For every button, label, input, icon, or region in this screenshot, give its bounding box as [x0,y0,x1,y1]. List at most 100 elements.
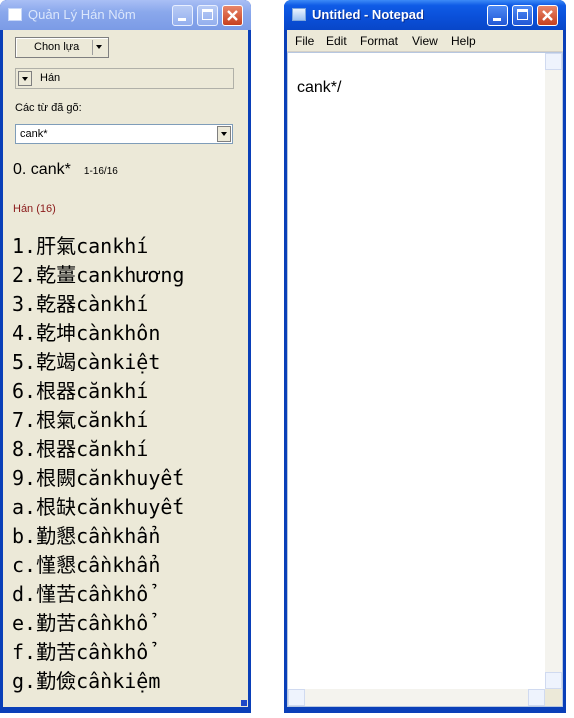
result-han: 慬懇 [36,553,77,577]
result-han: 乾竭 [36,350,77,374]
result-han: 乾坤 [36,321,77,345]
result-reading: cầnkiệm [76,669,161,693]
result-han: 乾薑 [36,263,77,287]
dropdown-arrow-icon[interactable] [18,71,32,86]
editor-content[interactable]: cank*/ [297,79,341,97]
dropdown-arrow-icon[interactable] [217,126,231,142]
result-row[interactable]: 5.乾竭cànkiệt [12,348,184,377]
result-row[interactable]: c.慬懇cầnkhẩn [12,551,184,580]
menu-edit[interactable]: Edit [326,34,347,48]
result-row[interactable]: 6.根器cănkhí [12,377,184,406]
result-row[interactable]: 8.根器cănkhí [12,435,184,464]
result-index: d. [12,582,37,606]
result-row[interactable]: d.慬苦cầnkhổ [12,580,184,609]
result-index: 4. [12,321,37,345]
query-text: 0. cank* [13,161,71,178]
result-row[interactable]: 2.乾薑cankhương [12,261,184,290]
result-row[interactable]: 9.根闕cănkhuyết [12,464,184,493]
result-reading: cănkhí [76,437,149,461]
window-title: Quản Lý Hán Nôm [28,7,136,22]
result-han: 根器 [36,437,77,461]
result-row[interactable]: a.根缺cănkhuyết [12,493,184,522]
result-han: 勤儉 [36,669,77,693]
result-index: b. [12,524,37,548]
result-row[interactable]: f.勤苦cầnkhổ [12,638,184,667]
menu-view[interactable]: View [412,34,438,48]
menu-format[interactable]: Format [360,34,398,48]
result-han: 勤苦 [36,611,77,635]
menu-help[interactable]: Help [451,34,476,48]
result-reading: cầnkhẩn [76,524,161,548]
result-han: 勤懇 [36,524,77,548]
result-han: 肝氣 [36,234,77,258]
result-han: 根闕 [36,466,77,490]
minimize-icon [178,18,186,21]
size-grip[interactable] [545,689,562,706]
result-row[interactable]: 3.乾器cànkhí [12,290,184,319]
result-row[interactable]: 1.肝氣cankhí [12,232,184,261]
scroll-up-button[interactable] [545,53,562,70]
result-list: 1.肝氣cankhí 2.乾薑cankhương 3.乾器cànkhí 4.乾坤càn… [12,232,184,696]
menu-bar: File Edit Format View Help [287,30,563,52]
notepad-window: Untitled - Notepad File Edit Format View… [284,0,566,713]
result-index: 8. [12,437,37,461]
minimize-button[interactable] [172,5,193,26]
result-reading: cànkhôn [76,321,161,345]
result-reading: cầnkhẩn [76,553,161,577]
maximize-button[interactable] [197,5,218,26]
typed-words-label: Các từ đã gõ: [15,102,82,114]
result-reading: cankhương [76,263,185,287]
result-han: 根器 [36,379,77,403]
title-bar[interactable]: Quản Lý Hán Nôm [0,0,251,30]
result-index: e. [12,611,37,635]
result-row[interactable]: b.勤懇cầnkhẩn [12,522,184,551]
result-row[interactable]: e.勤苦cầnkhổ [12,609,184,638]
result-index: g. [12,669,37,693]
script-selector[interactable]: Hán [15,68,234,89]
scroll-left-button[interactable] [288,689,305,706]
main-panel: Chon lựa Hán Các từ đã gõ: cank* 0. cank… [3,30,248,707]
result-index: 1. [12,234,37,258]
minimize-button[interactable] [487,5,508,26]
result-index: 9. [12,466,37,490]
maximize-button[interactable] [512,5,533,26]
result-index: a. [12,495,37,519]
close-button[interactable] [537,5,558,26]
notepad-title-bar[interactable]: Untitled - Notepad [284,0,566,30]
options-button[interactable]: Chon lựa [15,37,109,58]
result-reading: cankhí [76,234,149,258]
result-han: 慬苦 [36,582,77,606]
result-reading: cànkhí [76,292,149,316]
text-area[interactable]: cank*/ [287,52,563,707]
notepad-client: File Edit Format View Help cank*/ [287,30,563,707]
menu-file[interactable]: File [295,34,314,48]
resize-grip-icon[interactable] [241,700,247,706]
dropdown-arrow-icon [92,40,106,55]
result-index: 5. [12,350,37,374]
han-nom-manager-window: Quản Lý Hán Nôm Chon lựa Hán Các từ đã g… [0,0,251,713]
result-reading: cầnkhổ [76,611,149,635]
result-han: 乾器 [36,292,77,316]
notepad-icon [292,8,306,21]
result-row[interactable]: 7.根氣cănkhí [12,406,184,435]
minimize-icon [493,18,501,21]
result-row[interactable]: 4.乾坤cànkhôn [12,319,184,348]
result-index: 3. [12,292,37,316]
typed-words-combo[interactable]: cank* [15,124,233,144]
result-index: 6. [12,379,37,403]
query-line: 0. cank* 1-16/16 [13,159,118,179]
result-index: f. [12,640,37,664]
horizontal-scrollbar[interactable] [288,689,545,706]
vertical-scrollbar[interactable] [545,53,562,689]
result-row[interactable]: g.勤儉cầnkiệm [12,667,184,696]
result-range: 1-16/16 [83,166,118,177]
result-index: c. [12,553,37,577]
maximize-icon [202,9,213,20]
close-button[interactable] [222,5,243,26]
scroll-right-button[interactable] [528,689,545,706]
maximize-icon [517,9,528,20]
scroll-down-button[interactable] [545,672,562,689]
result-han: 勤苦 [36,640,77,664]
close-icon [227,10,238,21]
close-icon [542,10,553,21]
